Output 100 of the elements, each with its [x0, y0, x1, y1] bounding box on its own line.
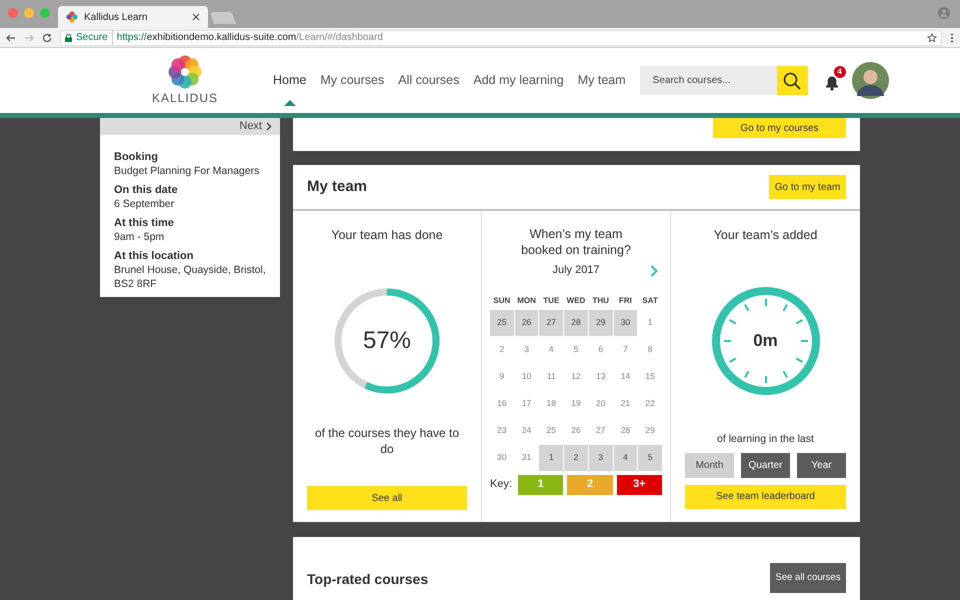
calendar-day[interactable]: 8	[638, 336, 662, 362]
column-title: Your team’s added	[714, 227, 818, 244]
period-button[interactable]: Month	[685, 452, 734, 478]
field-value: Brunel House, Quayside, Bristol, BS2 8RF	[114, 263, 266, 291]
flower-icon	[66, 11, 78, 23]
calendar-day[interactable]: 13	[588, 364, 613, 390]
calendar-day[interactable]: 10	[514, 364, 538, 390]
more-icon[interactable]	[950, 32, 954, 42]
url-text: https://exhibitiondemo.kallidus-suite.com/Learn/#/dashboard	[116, 31, 384, 45]
notification-badge: 4	[832, 64, 847, 78]
calendar-day[interactable]: 23	[490, 418, 514, 444]
nav-link[interactable]: My team	[578, 71, 626, 90]
avatar[interactable]	[852, 62, 889, 99]
next-button[interactable]: Next	[239, 118, 272, 135]
calendar-day[interactable]: 4	[539, 336, 564, 362]
go-to-my-team-button[interactable]: Go to my team	[769, 175, 846, 199]
key-label: Key:	[490, 477, 512, 492]
weekday-label: FRI	[618, 294, 633, 306]
calendar-day[interactable]: 28	[614, 418, 638, 444]
calendar-day[interactable]: 26	[564, 418, 588, 444]
calendar-day[interactable]: 2	[490, 336, 514, 362]
card-title: My team	[307, 176, 368, 197]
browser-tab[interactable]: Kallidus Learn	[58, 6, 208, 28]
secure-label: Secure	[76, 30, 113, 45]
caption-text: of the courses they have to do	[314, 424, 460, 457]
calendar-day[interactable]: 26	[514, 310, 538, 336]
calendar-day[interactable]: 30	[614, 310, 638, 336]
calendar-day[interactable]: 5	[564, 336, 588, 362]
time-value: 0m	[753, 330, 778, 352]
leaderboard-button[interactable]: See team leaderboard	[685, 484, 846, 508]
calendar-day[interactable]: 27	[539, 310, 564, 336]
clock-icon	[710, 284, 822, 397]
calendar-day[interactable]: 2	[564, 444, 588, 470]
field-label: Booking	[114, 150, 159, 164]
back-icon[interactable]	[6, 32, 16, 42]
nav-link[interactable]: All courses	[398, 71, 460, 90]
calendar-day[interactable]: 12	[564, 364, 588, 390]
calendar-day[interactable]: 30	[490, 444, 514, 470]
see-all-courses-button[interactable]: See all courses	[770, 563, 846, 593]
calendar-day[interactable]: 21	[614, 390, 638, 416]
period-button[interactable]: Quarter	[741, 452, 790, 478]
weekday-label: THU	[591, 294, 610, 306]
legend-swatch: 1	[518, 474, 564, 494]
field-value: 6 September	[114, 197, 176, 211]
calendar-day[interactable]: 28	[564, 310, 588, 336]
field-value: 9am - 5pm	[114, 230, 166, 244]
calendar-day[interactable]: 9	[490, 364, 514, 390]
see-all-button[interactable]: See all	[307, 486, 467, 510]
field-label: At this location	[114, 249, 194, 263]
address-bar[interactable]: Secure https://exhibitiondemo.kallidus-suite.com/Learn/#/dashboard	[60, 30, 942, 46]
weekday-label: TUE	[542, 294, 560, 306]
calendar-day[interactable]: 1	[638, 310, 662, 336]
weekday-label: SUN	[492, 294, 512, 306]
lock-icon	[65, 34, 72, 42]
calendar-day[interactable]: 18	[539, 390, 564, 416]
search-button[interactable]	[776, 66, 808, 95]
calendar-day[interactable]: 19	[564, 390, 588, 416]
bell-icon[interactable]	[824, 74, 840, 90]
calendar-day[interactable]: 27	[588, 418, 613, 444]
go-to-my-courses-button[interactable]: Go to my courses	[713, 118, 846, 138]
logo-text: KALLIDUS	[152, 90, 218, 106]
calendar-day[interactable]: 1	[539, 444, 564, 470]
weekday-label: WED	[566, 294, 586, 306]
calendar-day[interactable]: 3	[514, 336, 538, 362]
calendar-day[interactable]: 14	[614, 364, 638, 390]
calendar-day[interactable]: 29	[638, 418, 662, 444]
close-icon[interactable]	[192, 13, 200, 21]
nav-link[interactable]: Home	[273, 71, 306, 90]
calendar-day[interactable]: 25	[490, 310, 514, 336]
calendar-day[interactable]: 3	[588, 444, 613, 470]
calendar-day[interactable]: 11	[539, 364, 564, 390]
field-value: Budget Planning For Managers	[114, 164, 260, 178]
nav-link[interactable]: My courses	[320, 71, 384, 90]
calendar-day[interactable]: 20	[588, 390, 613, 416]
flower-logo-icon	[168, 54, 202, 88]
calendar-day[interactable]: 29	[588, 310, 613, 336]
field-label: At this time	[114, 216, 175, 230]
card-title: Top-rated courses	[307, 570, 428, 589]
calendar-day[interactable]: 31	[514, 444, 538, 470]
calendar-day[interactable]: 16	[490, 390, 514, 416]
column-title: Your team has done	[331, 227, 443, 244]
active-indicator	[284, 100, 296, 106]
calendar-day[interactable]: 24	[514, 418, 538, 444]
month-label: July 2017	[552, 263, 600, 278]
legend-swatch: 2	[567, 474, 613, 494]
calendar-day[interactable]: 25	[539, 418, 564, 444]
nav-link[interactable]: Add my learning	[473, 71, 564, 90]
legend-swatch: 3+	[616, 474, 662, 494]
calendar-day[interactable]: 22	[638, 390, 662, 416]
calendar-day[interactable]: 5	[638, 444, 662, 470]
percent-value: 57%	[362, 326, 412, 356]
period-button[interactable]: Year	[797, 452, 846, 478]
calendar-day[interactable]: 4	[614, 444, 638, 470]
calendar-day[interactable]: 7	[614, 336, 638, 362]
reload-icon[interactable]	[42, 32, 52, 42]
search-field[interactable]: Search courses...	[640, 66, 777, 95]
star-icon[interactable]	[927, 32, 937, 42]
calendar-day[interactable]: 17	[514, 390, 538, 416]
calendar-day[interactable]: 6	[588, 336, 613, 362]
calendar-day[interactable]: 15	[638, 364, 662, 390]
